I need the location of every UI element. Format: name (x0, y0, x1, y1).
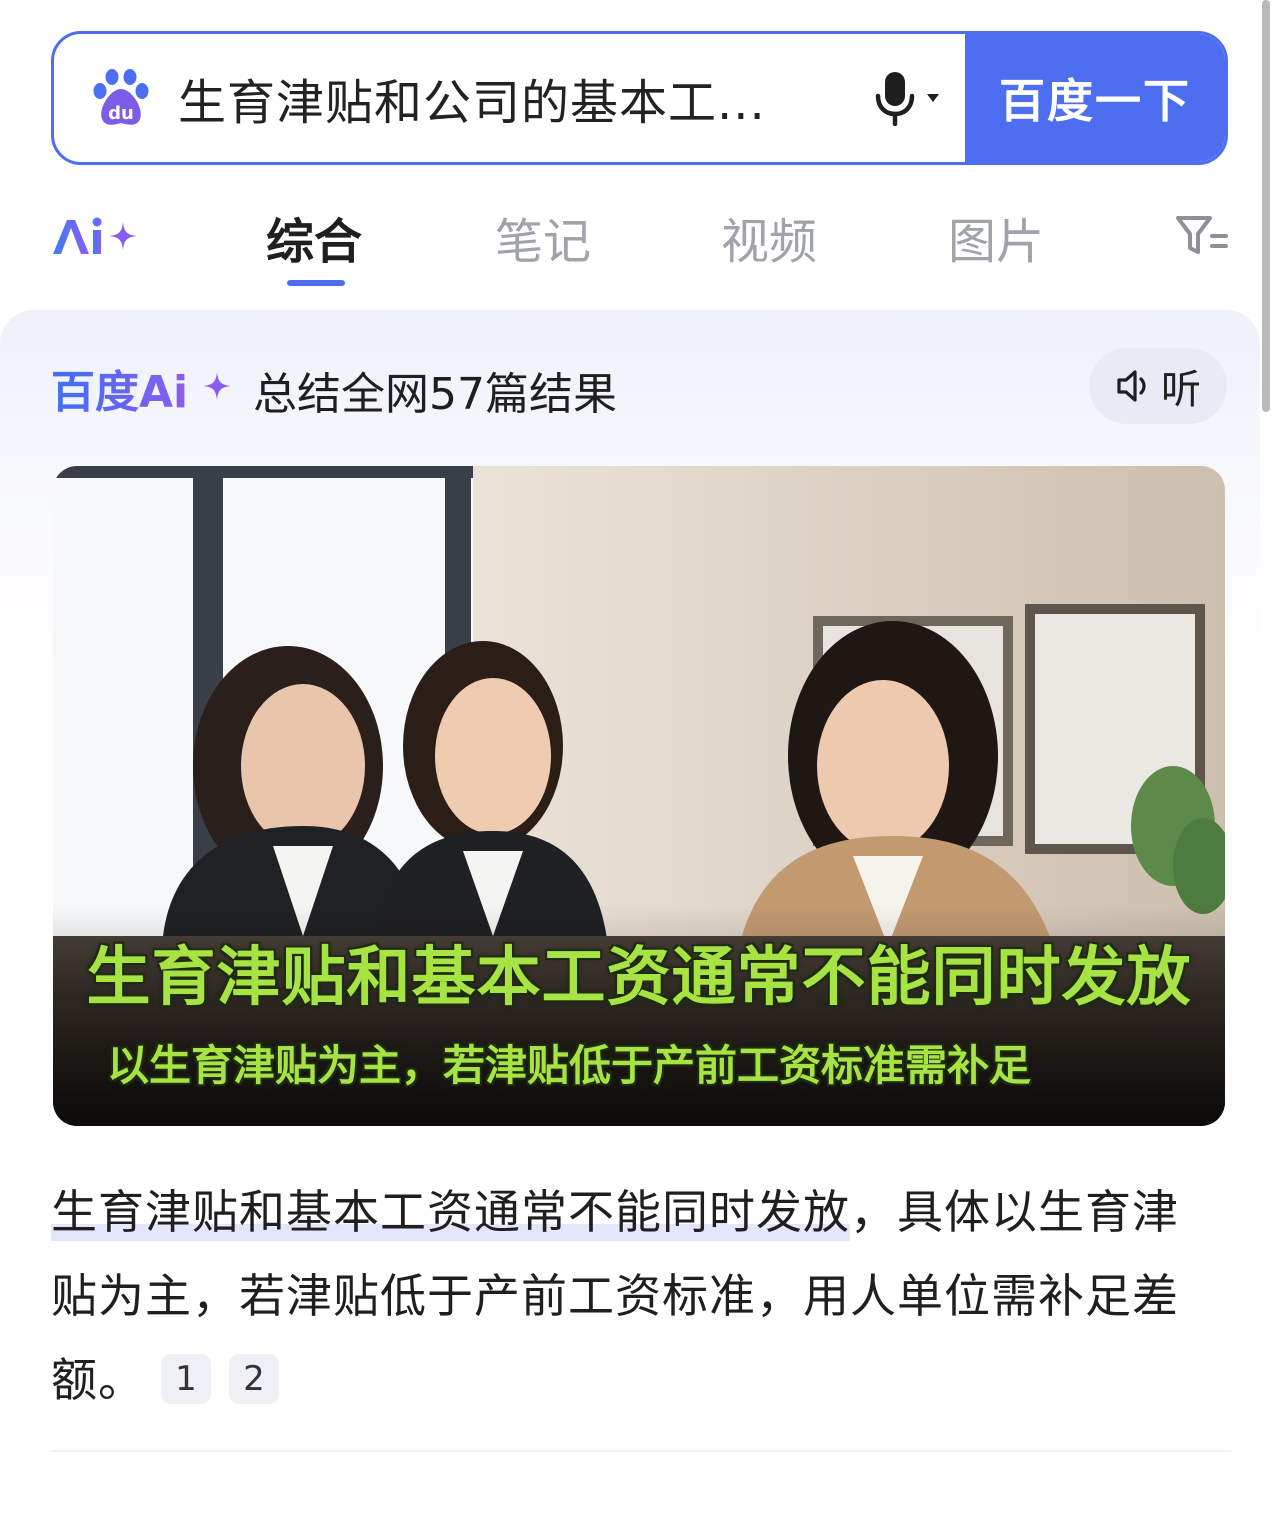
search-button[interactable]: 百度一下 (965, 34, 1225, 162)
speaker-icon (1117, 370, 1146, 402)
ai-answer-text: 生育津贴和基本工资通常不能同时发放，具体以生育津贴为主，若津贴低于产前工资标准，… (51, 1170, 1211, 1422)
sparkle-icon (203, 372, 231, 400)
listen-label: 听 (1161, 367, 1201, 413)
image-caption-main: 生育津贴和基本工资通常不能同时发放 (86, 941, 1192, 1015)
listen-button[interactable]: 听 (1089, 348, 1227, 424)
citation-1[interactable]: 1 (161, 1354, 211, 1404)
divider (51, 1450, 1231, 1452)
office-scene-illustration (53, 466, 1225, 1126)
search-input[interactable] (178, 70, 851, 126)
svg-text:du: du (108, 103, 134, 124)
ai-summary-card: 百度Ai 总结全网57篇结果 听 生育津贴和基本工资通常不能同时发放 以生育津贴… (0, 310, 1260, 1530)
ai-summary-header: 百度Ai 总结全网57篇结果 (51, 360, 617, 420)
search-tabs: 综合 笔记 视频 图片 (0, 196, 1279, 296)
chevron-down-icon (927, 94, 939, 102)
active-tab-indicator (287, 280, 345, 286)
baidu-paw-logo-icon: du (93, 69, 149, 125)
ai-mode-tab-icon[interactable] (51, 214, 143, 260)
answer-highlight: 生育津贴和基本工资通常不能同时发放 (51, 1185, 850, 1241)
tab-notes[interactable]: 笔记 (495, 202, 591, 272)
tab-videos[interactable]: 视频 (721, 202, 817, 272)
citation-2[interactable]: 2 (229, 1354, 279, 1404)
svg-text:百度Ai: 百度Ai (51, 367, 188, 416)
filter-icon[interactable] (1174, 212, 1230, 260)
tab-general[interactable]: 综合 (266, 202, 362, 272)
scrollbar[interactable] (1262, 0, 1270, 412)
image-caption-sub: 以生育津贴为主，若津贴低于产前工资标准需补足 (107, 1041, 1032, 1090)
search-field-area[interactable]: du (54, 34, 965, 162)
voice-search-button[interactable] (873, 70, 941, 126)
ai-summary-source-count: 总结全网57篇结果 (253, 369, 617, 420)
baidu-ai-logo: 百度Ai (51, 367, 231, 416)
microphone-icon (875, 72, 915, 126)
ai-summary-image[interactable]: 生育津贴和基本工资通常不能同时发放 以生育津贴为主，若津贴低于产前工资标准需补足 (53, 466, 1225, 1126)
tab-images[interactable]: 图片 (948, 202, 1044, 272)
search-bar: du 百度一下 (51, 31, 1228, 165)
